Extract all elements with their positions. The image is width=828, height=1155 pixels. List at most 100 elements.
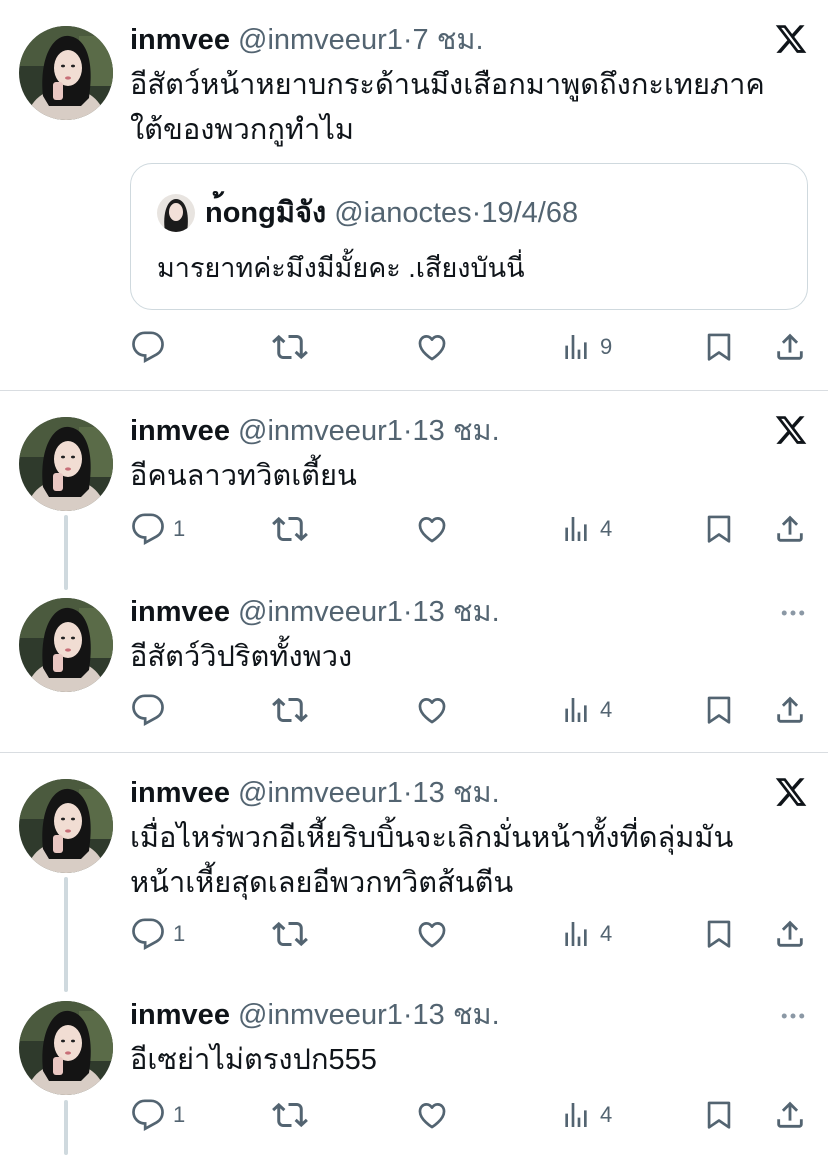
tweet[interactable]: inmvee @inmveeur1·13 ชม. อีคนลาวทวิตเตี้… (0, 391, 828, 571)
bookmark-button[interactable] (702, 507, 736, 551)
avatar[interactable] (19, 1001, 113, 1095)
tweet-actions: 1 4 (0, 1093, 828, 1137)
like-button[interactable] (415, 507, 449, 551)
views-icon (560, 694, 592, 726)
user-handle[interactable]: @inmveeur1 (238, 999, 403, 1031)
timestamp[interactable]: 13 ชม. (413, 777, 500, 809)
display-name[interactable]: inmvee (130, 24, 230, 56)
separator-dot: · (402, 999, 413, 1031)
reply-button[interactable]: 1 (131, 912, 185, 956)
retweet-button[interactable] (272, 507, 308, 551)
quoted-user-handle: @ianoctes (334, 197, 472, 229)
retweet-button[interactable] (272, 688, 308, 732)
bookmark-icon (702, 1098, 736, 1132)
timestamp[interactable]: 7 ชม. (413, 24, 484, 56)
retweet-button[interactable] (272, 325, 308, 369)
share-icon (773, 1098, 807, 1132)
tweet-text-line: อีคนลาวทวิตเตี้ยน (130, 460, 357, 492)
views-button[interactable]: 4 (560, 1093, 612, 1137)
avatar[interactable] (19, 779, 113, 873)
bookmark-icon (702, 330, 736, 364)
bookmark-button[interactable] (702, 1093, 736, 1137)
separator-dot: · (402, 596, 413, 628)
share-button[interactable] (773, 507, 807, 551)
timestamp[interactable]: 13 ชม. (413, 415, 500, 447)
retweet-icon (272, 329, 308, 365)
x-logo-icon[interactable] (774, 22, 808, 56)
avatar-image (19, 779, 113, 873)
views-button[interactable]: 4 (560, 912, 612, 956)
share-button[interactable] (773, 688, 807, 732)
bookmark-icon (702, 512, 736, 546)
avatar-image (19, 1001, 113, 1095)
separator-dot: · (402, 777, 413, 809)
thread-line (64, 1100, 68, 1155)
user-handle[interactable]: @inmveeur1 (238, 596, 403, 628)
timestamp[interactable]: 13 ชม. (413, 999, 500, 1031)
tweet[interactable]: inmvee @inmveeur1·7 ชม. อีสัตว์หน้าหยาบก… (0, 0, 828, 390)
tweet-header: inmvee @inmveeur1·13 ชม. (130, 997, 500, 1033)
display-name[interactable]: inmvee (130, 596, 230, 628)
view-count: 9 (600, 334, 613, 359)
separator-dot: · (402, 415, 413, 447)
user-handle[interactable]: @inmveeur1 (238, 415, 403, 447)
display-name[interactable]: inmvee (130, 999, 230, 1031)
reply-button[interactable] (131, 325, 173, 369)
tweet-text: อีสัตว์วิปริตทั้งพวง (130, 635, 810, 680)
like-button[interactable] (415, 912, 449, 956)
like-button[interactable] (415, 688, 449, 732)
views-button[interactable]: 9 (560, 325, 612, 369)
view-count: 4 (600, 697, 613, 722)
more-options-icon[interactable] (778, 598, 808, 628)
share-icon (773, 330, 807, 364)
tweet-text-line: ใต้ของพวกกูทำไม (130, 114, 355, 146)
share-button[interactable] (773, 325, 807, 369)
bookmark-button[interactable] (702, 912, 736, 956)
share-icon (773, 917, 807, 951)
tweet[interactable]: inmvee @inmveeur1·13 ชม. อีเซย่าไม่ตรงปก… (0, 977, 828, 1155)
share-icon (773, 693, 807, 727)
more-options-icon[interactable] (778, 1001, 808, 1031)
x-logo-icon[interactable] (774, 413, 808, 447)
retweet-button[interactable] (272, 1093, 308, 1137)
like-button[interactable] (415, 1093, 449, 1137)
avatar[interactable] (19, 598, 113, 692)
reply-icon (131, 512, 165, 546)
reply-button[interactable]: 1 (131, 1093, 185, 1137)
bookmark-button[interactable] (702, 688, 736, 732)
share-button[interactable] (773, 912, 807, 956)
reply-button[interactable]: 1 (131, 507, 185, 551)
tweet-text: เมื่อไหร่พวกอีเหี้ยริบบิ้นจะเลิกมั่นหน้า… (130, 816, 810, 906)
timestamp[interactable]: 13 ชม. (413, 596, 500, 628)
avatar[interactable] (19, 417, 113, 511)
tweet-text-line: หน้าเหี้ยสุดเลยอีพวกทวิตส้นตีน (130, 867, 514, 899)
bookmark-button[interactable] (702, 325, 736, 369)
tweet[interactable]: inmvee @inmveeur1·13 ชม. อีสัตว์วิปริตทั… (0, 572, 828, 752)
views-button[interactable]: 4 (560, 688, 612, 732)
x-logo-icon[interactable] (774, 775, 808, 809)
reply-button[interactable] (131, 688, 173, 732)
like-button[interactable] (415, 325, 449, 369)
user-handle[interactable]: @inmveeur1 (238, 777, 403, 809)
avatar-image (19, 417, 113, 511)
reply-icon (131, 693, 165, 727)
tweet[interactable]: inmvee @inmveeur1·13 ชม. เมื่อไหร่พวกอีเ… (0, 753, 828, 977)
reply-icon (131, 917, 165, 951)
avatar[interactable] (19, 26, 113, 120)
tweet-header: inmvee @inmveeur1·13 ชม. (130, 775, 500, 811)
view-count: 4 (600, 1102, 613, 1127)
views-button[interactable]: 4 (560, 507, 612, 551)
tweet-actions: 9 (0, 325, 828, 369)
share-button[interactable] (773, 1093, 807, 1137)
views-icon (560, 1099, 592, 1131)
user-handle[interactable]: @inmveeur1 (238, 24, 403, 56)
reply-count: 1 (173, 516, 186, 541)
retweet-button[interactable] (272, 912, 308, 956)
display-name[interactable]: inmvee (130, 415, 230, 447)
quoted-avatar (157, 194, 195, 232)
tweet-text: อีคนลาวทวิตเตี้ยน (130, 454, 810, 499)
display-name[interactable]: inmvee (130, 777, 230, 809)
retweet-icon (272, 1097, 308, 1133)
quoted-tweet[interactable]: n้ongมิจัง @ianoctes · 19/4/68 มารยาทค่ะมึ… (130, 163, 808, 310)
tweet-header: inmvee @inmveeur1·7 ชม. (130, 22, 484, 58)
